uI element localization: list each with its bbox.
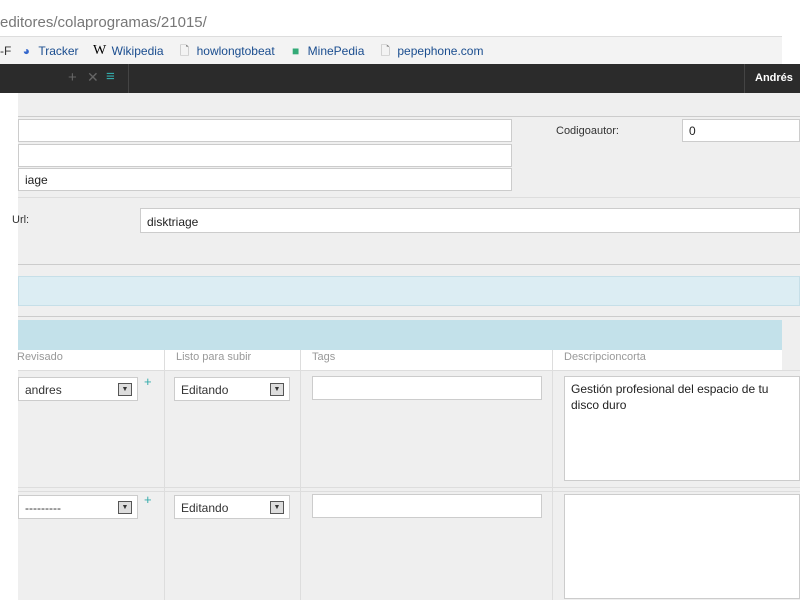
url-label: Url: [12,214,30,226]
menu-icon[interactable]: ≡ [106,68,115,85]
header-desc: Descripcioncorta [564,351,646,363]
select-value: Editando [181,501,229,515]
codigoautor-input[interactable]: 0 [682,119,800,142]
header-tags: Tags [312,351,336,363]
column-divider [300,350,301,600]
codigoautor-label: Codigoautor: [556,125,619,137]
divider [18,370,800,371]
section-bar [18,276,800,306]
table-header [18,350,782,370]
text-field-3[interactable]: iage [18,168,512,191]
revisado-select[interactable]: --------- ▼ [18,495,138,519]
tags-input[interactable] [312,376,542,400]
dropdown-arrow-icon: ▼ [270,383,284,396]
select-value: Editando [181,383,229,397]
bookmark-label: pepephone.com [397,43,484,58]
add-icon[interactable]: + [144,492,152,507]
dropdown-arrow-icon: ▼ [118,383,132,396]
header-revisado: Revisado [17,351,63,363]
bookmark-label: MinePedia [307,43,365,58]
page-icon: 🗋 [380,43,391,58]
dropdown-arrow-icon: ▼ [118,501,132,514]
divider [744,64,745,93]
bookmark-label: howlongtobeat [196,43,275,58]
page-icon: 🗋 [179,43,190,58]
select-value: andres [25,383,62,397]
address-bar[interactable]: editores/colaprogramas/21015/ [0,14,207,31]
tags-input[interactable] [312,494,542,518]
bookmark-wikipedia[interactable]: W Wikipedia [92,42,164,58]
column-divider [552,350,553,600]
bookmarks-bar: -F ◕ Tracker W Wikipedia 🗋 howlongtobeat ■ M… [0,36,782,64]
section-header [18,320,782,350]
bookmark-label: Tracker [38,43,79,58]
close-icon[interactable]: ✕ [87,69,99,86]
bookmark-cut: -F [0,43,12,58]
wikipedia-icon: W [92,42,107,58]
descripcion-textarea[interactable] [564,494,800,599]
select-value: --------- [25,501,61,515]
descripcion-textarea[interactable]: Gestión profesional del espacio de tu di… [564,376,800,481]
top-bar: + ✕ ≡ Andrés [0,64,800,93]
bookmark-tracker[interactable]: ◕ Tracker [19,43,79,58]
divider [18,487,800,488]
listo-select[interactable]: Editando ▼ [174,377,290,401]
add-icon[interactable]: + [144,374,152,389]
bookmark-minepedia[interactable]: ■ MinePedia [289,43,365,58]
cube-icon: ■ [292,43,300,58]
divider [18,264,800,265]
divider [18,316,800,317]
url-input[interactable]: disktriage [140,208,800,233]
user-name[interactable]: Andrés [755,72,793,84]
add-icon[interactable]: + [68,69,77,86]
bookmark-pepephone[interactable]: 🗋 pepephone.com [378,43,484,58]
header-listo: Listo para subir [176,351,252,363]
revisado-select[interactable]: andres ▼ [18,377,138,401]
text-field-1[interactable] [18,119,512,142]
bookmark-label: Wikipedia [111,43,164,58]
listo-select[interactable]: Editando ▼ [174,495,290,519]
divider [18,116,800,117]
tracker-icon: ◕ [22,43,30,58]
divider [18,197,800,198]
divider [128,64,129,93]
divider [18,491,800,492]
bookmark-howlongtobeat[interactable]: 🗋 howlongtobeat [178,44,275,58]
column-divider [164,350,165,600]
dropdown-arrow-icon: ▼ [270,501,284,514]
text-field-2[interactable] [18,144,512,167]
